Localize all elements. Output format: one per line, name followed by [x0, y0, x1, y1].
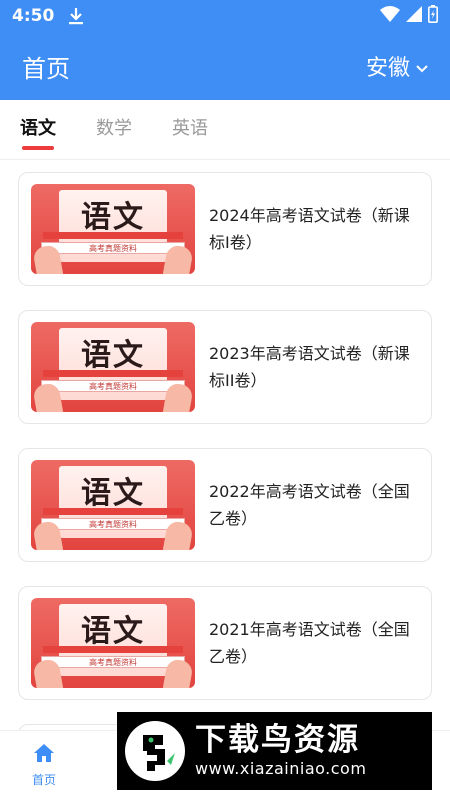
home-icon: [33, 744, 55, 767]
chevron-down-icon: [416, 54, 428, 79]
exam-title: 2021年高考语文试卷（全国乙卷）: [209, 620, 410, 666]
exam-card[interactable]: 语文 高考真题资料 2021年高考语文试卷（全国乙卷）: [18, 586, 432, 700]
watermark: 下载鸟资源 www.xiazainiao.com: [117, 712, 432, 790]
tab-label: 数学: [96, 117, 132, 139]
exam-title: 2023年高考语文试卷（新课标II卷）: [209, 344, 410, 390]
tab-math[interactable]: 数学: [96, 100, 132, 160]
exam-title: 2022年高考语文试卷（全国乙卷）: [209, 482, 410, 528]
exam-thumbnail: 语文 高考真题资料: [31, 460, 195, 550]
tab-english[interactable]: 英语: [172, 100, 208, 160]
thumbnail-title: 语文: [81, 614, 145, 649]
exam-card[interactable]: 语文 高考真题资料 2024年高考语文试卷（新课标I卷）: [18, 172, 432, 286]
thumbnail-subtitle: 高考真题资料: [41, 656, 185, 668]
exam-thumbnail: 语文 高考真题资料: [31, 598, 195, 688]
subject-tabs: 语文 数学 英语: [0, 100, 450, 160]
status-bar: 4:50: [0, 0, 450, 32]
tab-label: 语文: [20, 117, 56, 139]
exam-card[interactable]: 语文 高考真题资料 2023年高考语文试卷（新课标II卷）: [18, 310, 432, 424]
status-time: 4:50: [12, 6, 55, 26]
page-title: 首页: [22, 54, 70, 83]
nav-item-label: 首页: [31, 773, 56, 787]
watermark-name: 下载鸟资源: [195, 722, 360, 758]
region-label: 安徽: [365, 56, 410, 81]
signal-icon: [406, 6, 422, 26]
download-icon: [68, 7, 84, 25]
thumbnail-subtitle: 高考真题资料: [41, 518, 185, 530]
region-selector[interactable]: 安徽: [366, 50, 428, 82]
thumbnail-subtitle: 高考真题资料: [41, 380, 185, 392]
tab-chinese[interactable]: 语文: [20, 100, 56, 160]
nav-item-home[interactable]: 首页: [20, 743, 68, 788]
active-tab-indicator: [22, 145, 54, 150]
battery-icon: [428, 5, 438, 27]
watermark-logo-icon: [125, 721, 185, 781]
thumbnail-title: 语文: [81, 338, 145, 373]
exam-title: 2024年高考语文试卷（新课标I卷）: [209, 206, 410, 252]
tab-label: 英语: [172, 117, 208, 139]
wifi-icon: [380, 6, 400, 26]
watermark-url: www.xiazainiao.com: [195, 759, 367, 778]
exam-thumbnail: 语文 高考真题资料: [31, 322, 195, 412]
exam-thumbnail: 语文 高考真题资料: [31, 184, 195, 274]
thumbnail-subtitle: 高考真题资料: [41, 242, 185, 254]
thumbnail-title: 语文: [81, 200, 145, 235]
exam-card[interactable]: 语文 高考真题资料 2022年高考语文试卷（全国乙卷）: [18, 448, 432, 562]
app-bar: 首页 安徽: [0, 32, 450, 100]
exam-list[interactable]: 语文 高考真题资料 2024年高考语文试卷（新课标I卷） 语文 高考真题资料 2…: [0, 160, 450, 730]
thumbnail-title: 语文: [81, 476, 145, 511]
